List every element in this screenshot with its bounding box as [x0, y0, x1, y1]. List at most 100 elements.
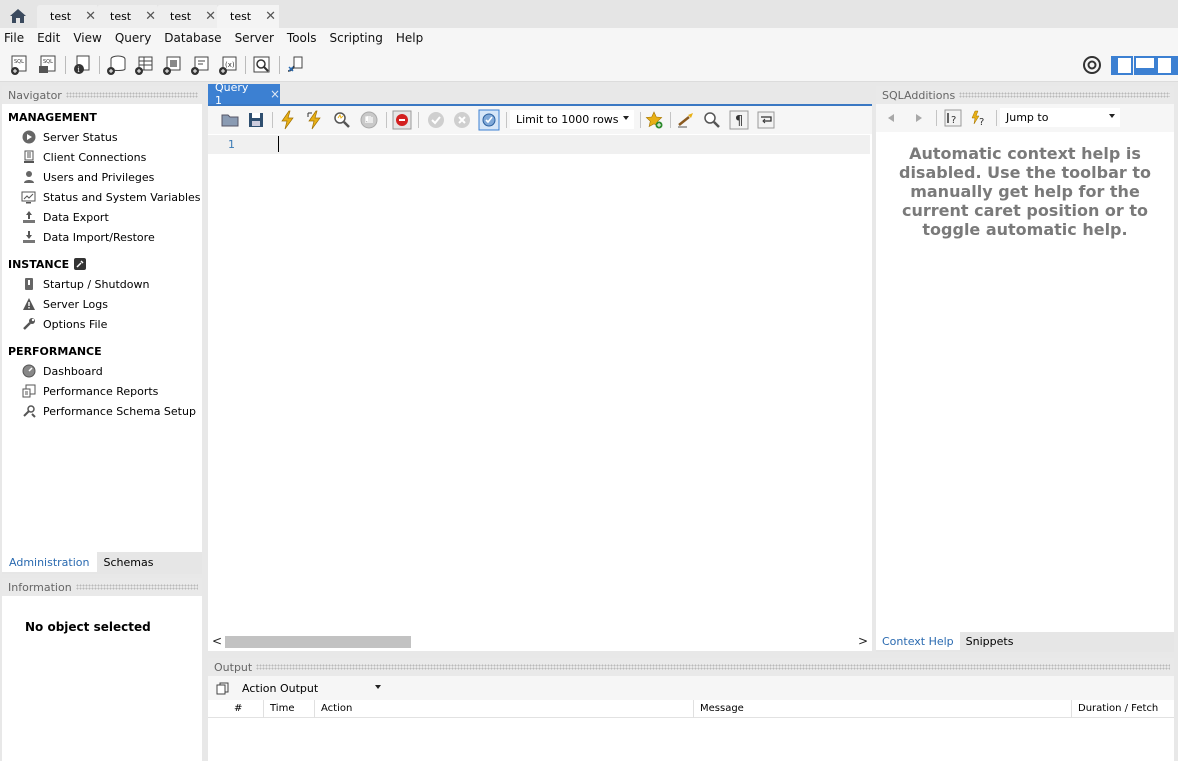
- column-separator: [693, 700, 694, 718]
- column-header-time[interactable]: Time: [270, 703, 294, 714]
- commit-icon[interactable]: [426, 110, 446, 130]
- tab-schemas[interactable]: Schemas: [97, 552, 161, 572]
- editor-horizontal-scrollbar[interactable]: < >: [208, 634, 872, 651]
- manual-help-icon[interactable]: ?: [944, 109, 962, 127]
- query-toolbar: Limit to 1000 rows ¶: [208, 106, 872, 134]
- nav-item-server-logs[interactable]: Server Logs: [2, 294, 202, 314]
- toggle-stop-on-error-icon[interactable]: [392, 110, 412, 130]
- output-panel: Output Action Output # Time Action Messa…: [208, 658, 1174, 761]
- connection-tab-strip: test ✕ test ✕ test ✕ test ✕: [0, 0, 1178, 28]
- connection-tab[interactable]: test ✕: [97, 5, 157, 28]
- nav-item-data-import[interactable]: Data Import/Restore: [2, 227, 202, 247]
- nav-item-status-variables[interactable]: Status and System Variables: [2, 187, 202, 207]
- open-folder-icon[interactable]: [220, 110, 240, 130]
- create-procedure-icon[interactable]: [189, 54, 211, 76]
- tab-snippets[interactable]: Snippets: [960, 632, 1020, 650]
- auto-help-icon[interactable]: ?: [970, 109, 988, 127]
- connection-tab[interactable]: test ✕: [37, 5, 97, 28]
- close-icon[interactable]: ×: [270, 87, 280, 101]
- menu-edit[interactable]: Edit: [37, 31, 60, 45]
- column-header-message[interactable]: Message: [700, 703, 744, 714]
- create-function-icon[interactable]: (x): [217, 54, 239, 76]
- scrollbar-thumb[interactable]: [225, 636, 411, 648]
- svg-text:?: ?: [979, 117, 984, 127]
- find-icon[interactable]: [702, 110, 722, 130]
- toolbar-separator: [936, 110, 937, 126]
- home-tab[interactable]: [0, 3, 36, 28]
- tab-query-1[interactable]: Query 1 ×: [208, 81, 280, 107]
- invisible-characters-icon[interactable]: ¶: [729, 110, 749, 130]
- header-dots: [65, 92, 198, 98]
- rollback-icon[interactable]: [452, 110, 472, 130]
- beautify-icon[interactable]: [676, 110, 696, 130]
- close-icon[interactable]: ✕: [205, 10, 216, 23]
- word-wrap-icon[interactable]: [756, 110, 776, 130]
- execute-icon[interactable]: [278, 110, 298, 130]
- copy-icon[interactable]: [216, 682, 229, 695]
- close-icon[interactable]: ✕: [145, 10, 156, 23]
- current-line-highlight: [208, 135, 870, 154]
- forward-icon[interactable]: [914, 113, 924, 123]
- save-icon[interactable]: [246, 110, 266, 130]
- limit-rows-select[interactable]: Limit to 1000 rows: [510, 110, 634, 129]
- execute-current-icon[interactable]: [305, 110, 325, 130]
- tab-context-help[interactable]: Context Help: [876, 632, 960, 650]
- search-table-data-icon[interactable]: [251, 54, 273, 76]
- output-title: Output: [214, 660, 253, 674]
- nav-item-performance-reports[interactable]: Performance Reports: [2, 381, 202, 401]
- header-dots: [256, 664, 1170, 670]
- column-header-duration[interactable]: Duration / Fetch: [1078, 703, 1158, 714]
- nav-item-label: Dashboard: [43, 364, 103, 378]
- menu-server[interactable]: Server: [235, 31, 274, 45]
- scroll-left-arrow[interactable]: <: [212, 634, 222, 648]
- toggle-secondary-sidebar-icon[interactable]: [1156, 56, 1178, 75]
- output-type-value: Action Output: [242, 682, 319, 695]
- nav-item-options-file[interactable]: Options File: [2, 314, 202, 334]
- toggle-output-icon[interactable]: [1134, 56, 1156, 75]
- close-icon[interactable]: ✕: [265, 10, 276, 23]
- toolbar-separator: [640, 112, 641, 128]
- nav-item-startup-shutdown[interactable]: Startup / Shutdown: [2, 274, 202, 294]
- menu-tools[interactable]: Tools: [287, 31, 317, 45]
- settings-icon[interactable]: [1082, 55, 1102, 75]
- new-sql-tab-icon[interactable]: SQL: [9, 54, 31, 76]
- toolbar-separator: [272, 112, 273, 128]
- menu-file[interactable]: File: [4, 31, 24, 45]
- explain-icon[interactable]: [332, 110, 352, 130]
- toggle-sidebar-icon[interactable]: [1111, 56, 1133, 75]
- nav-item-data-export[interactable]: Data Export: [2, 207, 202, 227]
- menu-scripting[interactable]: Scripting: [329, 31, 382, 45]
- nav-item-server-status[interactable]: Server Status: [2, 127, 202, 147]
- close-icon[interactable]: ✕: [85, 10, 96, 23]
- stop-icon[interactable]: [359, 110, 379, 130]
- menu-view[interactable]: View: [73, 31, 101, 45]
- output-type-select[interactable]: Action Output: [236, 679, 386, 698]
- instance-wrench-icon[interactable]: [74, 258, 87, 270]
- back-icon[interactable]: [886, 113, 896, 123]
- column-header-number[interactable]: #: [234, 703, 242, 714]
- nav-item-dashboard[interactable]: Dashboard: [2, 361, 202, 381]
- menu-help[interactable]: Help: [396, 31, 423, 45]
- menu-query[interactable]: Query: [115, 31, 151, 45]
- nav-item-client-connections[interactable]: Client Connections: [2, 147, 202, 167]
- add-snippet-icon[interactable]: [644, 110, 664, 130]
- tab-administration[interactable]: Administration: [2, 552, 97, 572]
- scroll-right-arrow[interactable]: >: [858, 634, 868, 648]
- connection-tab-label: test: [50, 10, 72, 23]
- reconnect-icon[interactable]: [285, 54, 307, 76]
- create-table-icon[interactable]: [133, 54, 155, 76]
- toggle-autocommit-icon[interactable]: [478, 109, 500, 131]
- jump-to-select[interactable]: Jump to: [1000, 108, 1120, 127]
- nav-item-users-privileges[interactable]: Users and Privileges: [2, 167, 202, 187]
- create-schema-icon[interactable]: [105, 54, 127, 76]
- connection-tab-active[interactable]: test ✕: [217, 5, 279, 28]
- column-header-action[interactable]: Action: [321, 703, 352, 714]
- open-sql-script-icon[interactable]: SQL: [37, 54, 59, 76]
- sql-editor[interactable]: 1: [208, 134, 872, 634]
- nav-item-performance-schema-setup[interactable]: Performance Schema Setup: [2, 401, 202, 421]
- connection-tab[interactable]: test ✕: [157, 5, 217, 28]
- create-view-icon[interactable]: [161, 54, 183, 76]
- menu-database[interactable]: Database: [164, 31, 221, 45]
- sql-additions-header: SQLAdditions: [876, 86, 1174, 104]
- inspector-icon[interactable]: i: [71, 54, 93, 76]
